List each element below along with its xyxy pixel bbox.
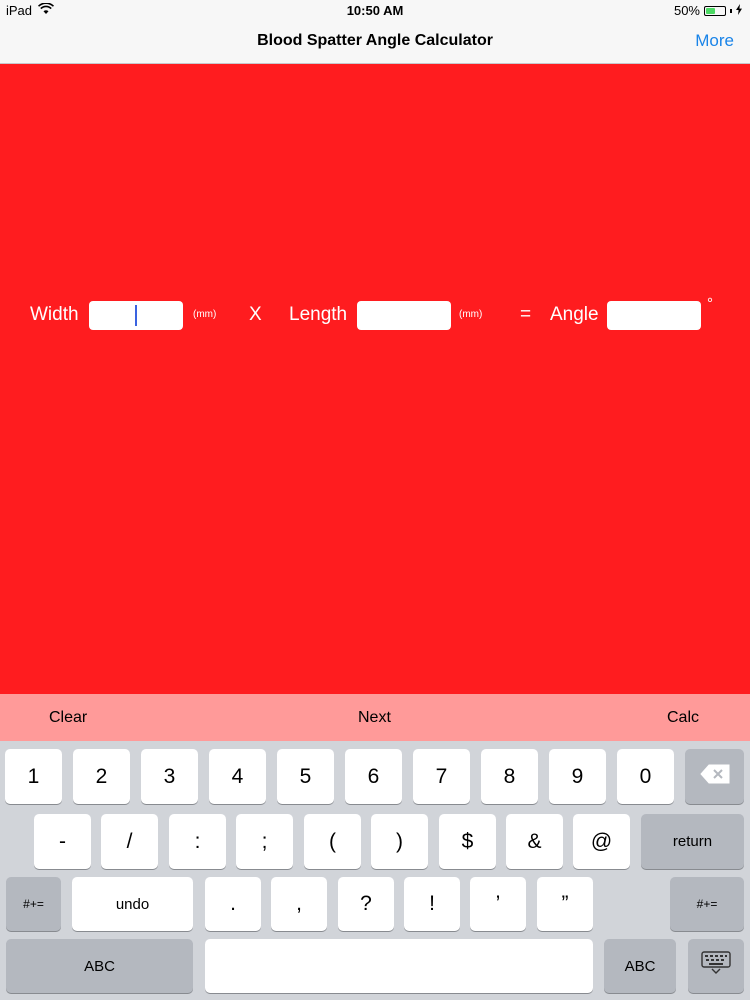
clear-button[interactable]: Clear <box>49 709 87 727</box>
status-bar: iPad 10:50 AM 50% <box>0 0 750 22</box>
battery-icon <box>704 5 726 16</box>
battery-fill <box>706 7 715 14</box>
key-semicolon[interactable]: ; <box>236 814 293 869</box>
undo-key[interactable]: undo <box>72 877 193 931</box>
calculator-row: Width (mm) X Length (mm) = Angle ° <box>0 295 750 331</box>
navigation-bar: Blood Spatter Angle Calculator More <box>0 22 750 64</box>
key-6[interactable]: 6 <box>345 749 402 804</box>
key-2[interactable]: 2 <box>73 749 130 804</box>
times-symbol: X <box>249 304 262 325</box>
key-9[interactable]: 9 <box>549 749 606 804</box>
width-unit: (mm) <box>193 309 217 320</box>
keyboard-dismiss-icon <box>701 951 731 981</box>
key-apostrophe[interactable]: ’ <box>470 877 526 931</box>
degree-symbol: ° <box>707 295 713 312</box>
key-open-paren[interactable]: ( <box>304 814 361 869</box>
next-button[interactable]: Next <box>358 709 391 727</box>
abc-key-right[interactable]: ABC <box>604 939 676 993</box>
key-3[interactable]: 3 <box>141 749 198 804</box>
key-comma[interactable]: , <box>271 877 327 931</box>
key-close-paren[interactable]: ) <box>371 814 428 869</box>
battery-tip <box>730 8 732 13</box>
charging-icon <box>736 3 742 18</box>
status-time: 10:50 AM <box>346 3 404 18</box>
key-0[interactable]: 0 <box>617 749 674 804</box>
key-dollar[interactable]: $ <box>439 814 496 869</box>
space-bar[interactable] <box>205 939 593 993</box>
key-period[interactable]: . <box>205 877 261 931</box>
angle-label: Angle <box>550 304 599 325</box>
abc-key-left[interactable]: ABC <box>6 939 193 993</box>
keyboard: 1 2 3 4 5 6 7 8 9 0 - / : ; ( ) $ & @ re… <box>0 741 750 1000</box>
calculator-panel: Width (mm) X Length (mm) = Angle ° <box>0 64 750 694</box>
key-quote[interactable]: ” <box>537 877 593 931</box>
backspace-key[interactable] <box>685 749 744 804</box>
key-7[interactable]: 7 <box>413 749 470 804</box>
length-unit: (mm) <box>459 309 483 320</box>
key-at[interactable]: @ <box>573 814 630 869</box>
status-right: 50% <box>674 3 742 18</box>
more-button[interactable]: More <box>695 31 734 51</box>
key-question[interactable]: ? <box>338 877 394 931</box>
width-label: Width <box>30 304 79 325</box>
symbols-key-left[interactable]: #+= <box>6 877 61 931</box>
key-ampersand[interactable]: & <box>506 814 563 869</box>
symbols-key-right[interactable]: #+= <box>670 877 744 931</box>
key-colon[interactable]: : <box>169 814 226 869</box>
length-label: Length <box>289 304 348 325</box>
keyboard-accessory-bar: Clear Next Calc <box>0 694 750 741</box>
key-5[interactable]: 5 <box>277 749 334 804</box>
key-hyphen[interactable]: - <box>34 814 91 869</box>
key-8[interactable]: 8 <box>481 749 538 804</box>
battery-percent: 50% <box>673 3 700 18</box>
page-title: Blood Spatter Angle Calculator <box>257 32 493 49</box>
equals-symbol: = <box>520 304 532 325</box>
length-input[interactable] <box>357 301 451 330</box>
text-cursor <box>135 305 137 326</box>
width-input[interactable] <box>89 301 183 330</box>
key-slash[interactable]: / <box>101 814 158 869</box>
backspace-icon <box>699 764 730 790</box>
key-1[interactable]: 1 <box>5 749 62 804</box>
calc-button[interactable]: Calc <box>667 709 699 727</box>
dismiss-keyboard-key[interactable] <box>688 939 744 993</box>
return-key[interactable]: return <box>641 814 744 869</box>
key-4[interactable]: 4 <box>209 749 266 804</box>
key-exclamation[interactable]: ! <box>404 877 460 931</box>
angle-output[interactable] <box>607 301 701 330</box>
